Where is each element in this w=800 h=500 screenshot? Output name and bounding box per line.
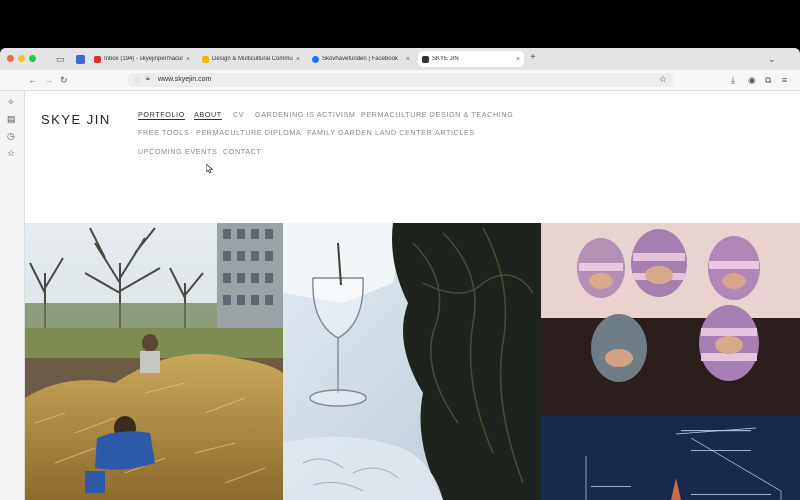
tab-list-chevron-icon[interactable]: ⌄ <box>768 53 776 65</box>
forward-arrow-icon[interactable]: → <box>44 74 53 86</box>
pinned-tab-icon <box>75 54 85 64</box>
nav-about[interactable]: ABOUT <box>194 110 222 120</box>
gallery-image-wine-glass[interactable] <box>283 223 541 500</box>
browser-toolbar: ← → ↻ ◌ 🔒︎ www.skyejin.com ☆ ⤓ ◉ ⧉ ≡ <box>0 70 800 91</box>
history-icon[interactable]: ◷ <box>7 131 15 142</box>
gallery-image-garden-hay[interactable] <box>25 223 283 500</box>
synced-tabs-icon[interactable]: ▤ <box>7 114 16 125</box>
address-bar[interactable]: ◌ 🔒︎ www.skyejin.com ☆ <box>128 73 673 87</box>
zoom-window-button[interactable] <box>29 55 36 62</box>
wine-glass-photo <box>283 223 541 500</box>
sidebar-toggle-icon[interactable]: ▭ <box>56 53 65 65</box>
lock-icon[interactable]: 🔒︎ <box>146 75 150 83</box>
tab-pinned[interactable] <box>72 51 88 67</box>
tab-facebook[interactable]: Skovhavefunden | Facebook × <box>308 51 414 67</box>
close-tab-icon[interactable]: × <box>296 56 300 63</box>
ai-chat-icon[interactable]: ✧ <box>7 97 15 108</box>
tab-label: Skovhavefunden | Facebook <box>322 56 398 62</box>
downloads-icon[interactable]: ⤓ <box>731 74 735 86</box>
close-window-button[interactable] <box>7 55 14 62</box>
gallery-image-balaclavas[interactable] <box>541 223 800 416</box>
nav-upcoming-events[interactable]: UPCOMING EVENTS <box>138 147 217 156</box>
new-tab-button[interactable]: + <box>530 52 536 64</box>
gmail-icon <box>94 55 101 63</box>
blue-poster-graphic <box>541 416 800 500</box>
nav-family-garden-land-center[interactable]: FAMILY GARDEN LAND CENTER <box>307 128 432 137</box>
browser-window: ▭ Inbox (194) - skyejinpermacult... × De… <box>0 48 800 500</box>
nav-permaculture-design-teaching[interactable]: PERMACULTURE DESIGN & TEACHING <box>361 110 513 119</box>
close-tab-icon[interactable]: × <box>406 56 410 63</box>
gallery-image-blue-poster[interactable] <box>541 416 800 500</box>
tab-skye-jin[interactable]: SKYE JIN × <box>418 51 524 67</box>
tab-design-multicultural[interactable]: Design & Multicultural Commun... × <box>198 51 304 67</box>
site-title[interactable]: SKYE JIN <box>41 112 111 127</box>
tab-inbox[interactable]: Inbox (194) - skyejinpermacult... × <box>90 51 194 67</box>
nav-gardening-is-activism[interactable]: GARDENING IS ACTIVISM <box>255 110 355 119</box>
nav-portfolio[interactable]: PORTFOLIO <box>138 110 185 120</box>
web-page: SKYE JIN PORTFOLIO ABOUT CV GARDENING IS… <box>25 91 800 500</box>
balaclava-photo <box>541 223 800 416</box>
nav-cv[interactable]: CV <box>233 110 244 119</box>
docs-icon <box>202 55 209 63</box>
shield-icon[interactable]: ◌ <box>134 75 139 84</box>
minimize-window-button[interactable] <box>18 55 25 62</box>
url-text[interactable]: www.skyejin.com <box>158 76 211 83</box>
tab-bar: ▭ Inbox (194) - skyejinpermacult... × De… <box>0 48 800 70</box>
close-tab-icon[interactable]: × <box>516 56 520 63</box>
nav-contact[interactable]: CONTACT <box>223 147 261 156</box>
facebook-icon <box>312 55 319 63</box>
mouse-cursor-icon <box>206 164 213 173</box>
back-arrow-icon[interactable]: ← <box>28 74 37 86</box>
tab-label: Inbox (194) - skyejinpermacult... <box>104 56 183 62</box>
reload-icon[interactable]: ↻ <box>60 74 68 86</box>
tab-label: Design & Multicultural Commun... <box>212 56 293 62</box>
nav-articles[interactable]: ARTICLES <box>435 128 475 137</box>
nav-permaculture-diploma[interactable]: PERMACULTURE DIPLOMA <box>196 128 301 137</box>
extensions-icon[interactable]: ⧉ <box>765 74 771 86</box>
nav-free-tools[interactable]: FREE TOOLS <box>138 128 189 137</box>
tab-label: SKYE JIN <box>432 56 459 62</box>
bookmarks-icon[interactable]: ☆ <box>7 148 15 159</box>
close-tab-icon[interactable]: × <box>186 56 190 63</box>
browser-sidebar: ✧ ▤ ◷ ☆ <box>0 91 25 500</box>
menu-icon[interactable]: ≡ <box>782 74 787 86</box>
bookmark-star-icon[interactable]: ☆ <box>659 74 667 85</box>
garden-hay-photo <box>25 223 283 500</box>
site-favicon-icon <box>422 55 429 63</box>
account-icon[interactable]: ◉ <box>748 74 756 86</box>
